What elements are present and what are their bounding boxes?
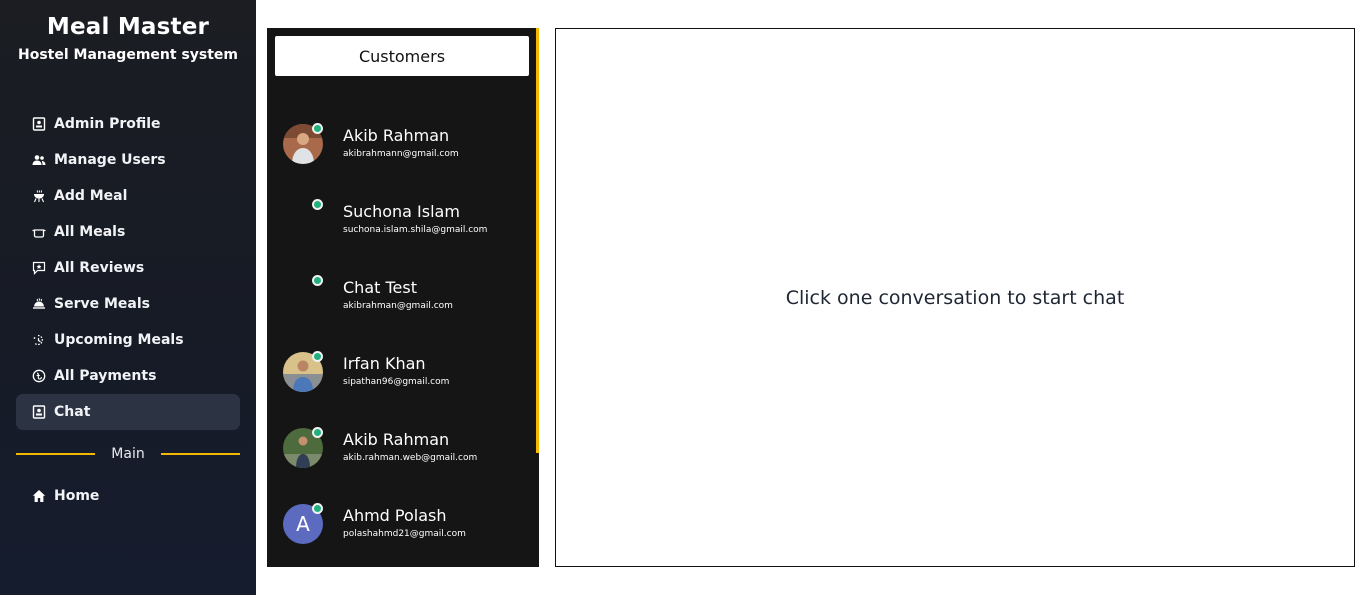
avatar bbox=[283, 123, 323, 164]
customer-email: akibrahman@gmail.com bbox=[343, 301, 453, 311]
online-status-dot bbox=[312, 351, 323, 362]
customers-header: Customers bbox=[275, 36, 529, 76]
sidebar-item-all-payments[interactable]: All Payments bbox=[16, 358, 240, 394]
avatar bbox=[283, 427, 323, 468]
sidebar-item-all-reviews[interactable]: All Reviews bbox=[16, 250, 240, 286]
chat-placeholder: Click one conversation to start chat bbox=[785, 286, 1125, 309]
sidebar-item-upcoming-meals[interactable]: Upcoming Meals bbox=[16, 322, 240, 358]
sidebar-item-label: Serve Meals bbox=[54, 296, 150, 312]
section-divider: Main bbox=[16, 444, 241, 464]
customer-name: Akib Rahman bbox=[343, 430, 450, 449]
divider-line-right bbox=[160, 453, 241, 455]
online-status-dot bbox=[312, 275, 323, 286]
customer-name: Suchona Islam bbox=[343, 202, 460, 221]
sidebar-item-home[interactable]: Home bbox=[16, 478, 240, 514]
divider-line-left bbox=[16, 453, 96, 455]
customer-email: akibrahmann@gmail.com bbox=[343, 149, 459, 159]
sidebar-item-label: Add Meal bbox=[54, 188, 128, 204]
online-status-dot bbox=[312, 199, 323, 210]
sidebar-item-label: All Reviews bbox=[54, 260, 145, 276]
pot-icon bbox=[32, 225, 46, 239]
sidebar-item-add-meal[interactable]: Add Meal bbox=[16, 178, 240, 214]
customer-email: sipathan96@gmail.com bbox=[343, 377, 450, 387]
customer-item-suchona-islam[interactable]: Suchona Islam suchona.islam.shila@gmail.… bbox=[283, 192, 533, 252]
sidebar-item-admin-profile[interactable]: Admin Profile bbox=[16, 106, 240, 142]
customer-email: akib.rahman.web@gmail.com bbox=[343, 453, 478, 463]
divider-label: Main bbox=[111, 446, 145, 462]
home-icon bbox=[32, 489, 46, 503]
customer-email: suchona.islam.shila@gmail.com bbox=[343, 225, 488, 235]
online-status-dot bbox=[312, 123, 323, 134]
sidebar-item-label: Chat bbox=[54, 404, 91, 420]
sidebar-item-chat[interactable]: Chat bbox=[16, 394, 240, 430]
sidebar-item-label: All Meals bbox=[54, 224, 126, 240]
avatar bbox=[283, 199, 323, 240]
chat-panel: Click one conversation to start chat bbox=[555, 28, 1355, 567]
online-status-dot bbox=[312, 503, 323, 514]
customer-item-chat-test[interactable]: Chat Test akibrahman@gmail.com bbox=[283, 268, 533, 328]
customer-name: Akib Rahman bbox=[343, 126, 450, 145]
customers-panel: Customers Akib Rahman akibrahmann@gmail.… bbox=[267, 28, 539, 567]
customer-name: Chat Test bbox=[343, 278, 417, 297]
brand-subtitle: Hostel Management system bbox=[17, 47, 239, 63]
upcoming-icon bbox=[32, 333, 46, 347]
customer-item-ahmd-polash[interactable]: A Ahmd Polash polashahmd21@gmail.com bbox=[283, 496, 533, 556]
brand-title: Meal Master bbox=[46, 14, 210, 40]
cloche-icon bbox=[32, 297, 46, 311]
taka-icon bbox=[32, 369, 46, 383]
customer-item-akib-rahman[interactable]: Akib Rahman akibrahmann@gmail.com bbox=[283, 116, 533, 176]
main-nav: Home bbox=[16, 478, 240, 514]
avatar bbox=[283, 351, 323, 392]
sidebar-item-label: Upcoming Meals bbox=[54, 332, 184, 348]
sidebar-item-all-meals[interactable]: All Meals bbox=[16, 214, 240, 250]
sidebar-item-manage-users[interactable]: Manage Users bbox=[16, 142, 240, 178]
sidebar-nav: Admin Profile Manage Users Add Meal All … bbox=[16, 106, 240, 430]
review-icon bbox=[32, 261, 46, 275]
chat-icon bbox=[32, 405, 46, 419]
sidebar-item-label: Manage Users bbox=[54, 152, 166, 168]
sidebar-item-label: All Payments bbox=[54, 368, 157, 384]
users-icon bbox=[32, 153, 46, 167]
customer-email: polashahmd21@gmail.com bbox=[343, 529, 466, 539]
customer-item-irfan-khan[interactable]: Irfan Khan sipathan96@gmail.com bbox=[283, 344, 533, 404]
profile-card-icon bbox=[32, 117, 46, 131]
sidebar-item-serve-meals[interactable]: Serve Meals bbox=[16, 286, 240, 322]
customer-name: Irfan Khan bbox=[343, 354, 426, 373]
avatar: A bbox=[283, 503, 323, 544]
sidebar: Meal Master Hostel Management system Adm… bbox=[0, 0, 256, 595]
grill-icon bbox=[32, 189, 46, 203]
customers-scrollbar[interactable] bbox=[536, 28, 539, 453]
avatar bbox=[283, 275, 323, 316]
sidebar-item-label: Admin Profile bbox=[54, 116, 161, 132]
customer-name: Ahmd Polash bbox=[343, 506, 447, 525]
customer-item-akib-rahman-web[interactable]: Akib Rahman akib.rahman.web@gmail.com bbox=[283, 420, 533, 480]
sidebar-item-label: Home bbox=[54, 488, 100, 504]
online-status-dot bbox=[312, 427, 323, 438]
